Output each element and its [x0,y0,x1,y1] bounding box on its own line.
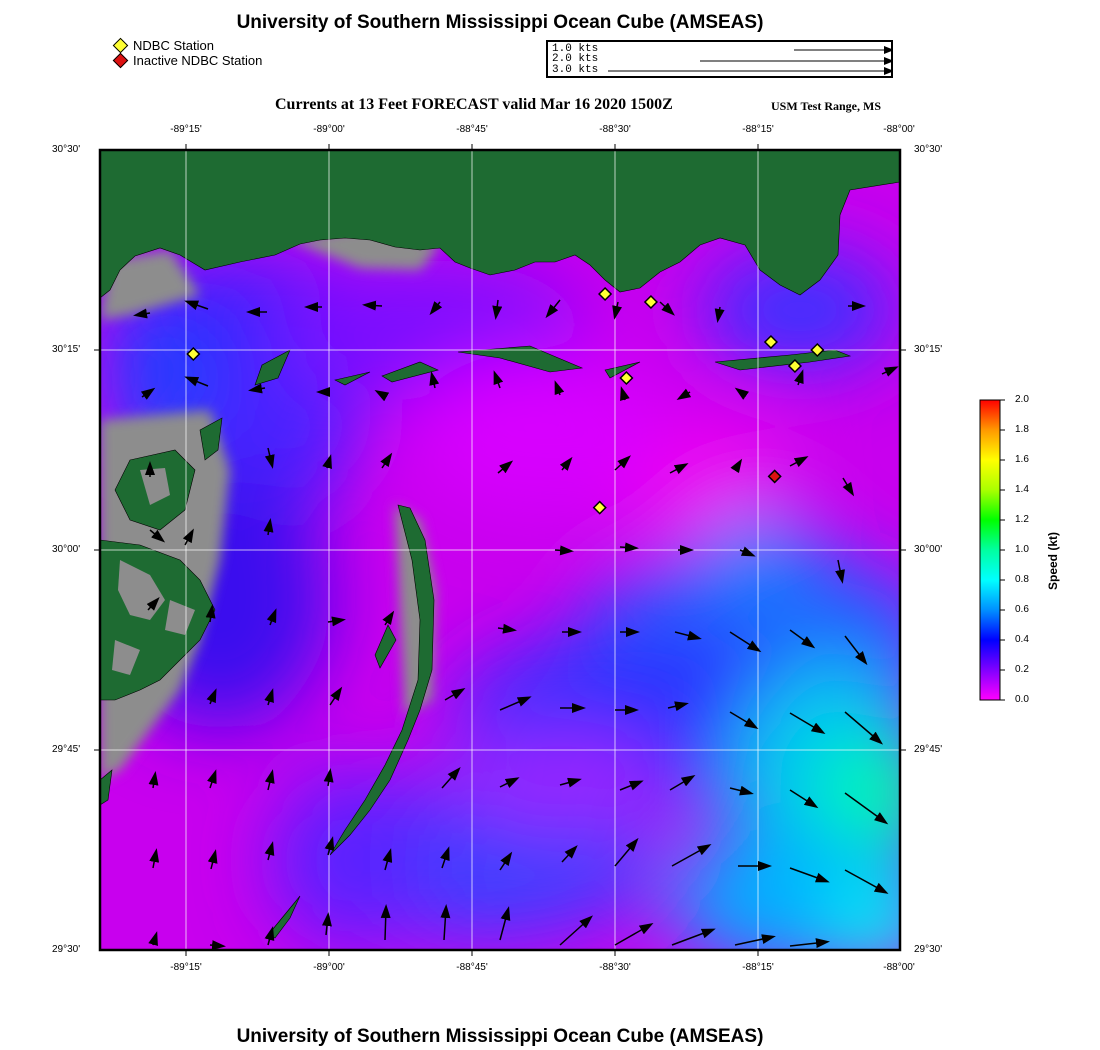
colorbar-tick-label: 0.8 [1015,574,1029,585]
colorbar-tick-label: 1.0 [1015,544,1029,555]
colorbar-tick-label: 0.2 [1015,664,1029,675]
colorbar-tick-label: 0.6 [1015,604,1029,615]
colorbar-label: Speed (kt) [1046,531,1060,590]
colorbar-tick-label: 1.8 [1015,424,1029,435]
footer-title: University of Southern Mississippi Ocean… [236,1026,764,1047]
colorbar-tick-label: 2.0 [1015,394,1029,405]
colorbar-tick-label: 1.2 [1015,514,1029,525]
colorbar-ticks [1000,399,1005,701]
current-map [94,144,1005,956]
colorbar-tick-label: 0.4 [1015,634,1029,645]
speed-field [100,150,900,950]
colorbar-tick-label: 1.4 [1015,484,1029,495]
colorbar-tick-label: 0.0 [1015,694,1029,705]
colorbar-tick-label: 1.6 [1015,454,1029,465]
colorbar [979,399,1001,701]
